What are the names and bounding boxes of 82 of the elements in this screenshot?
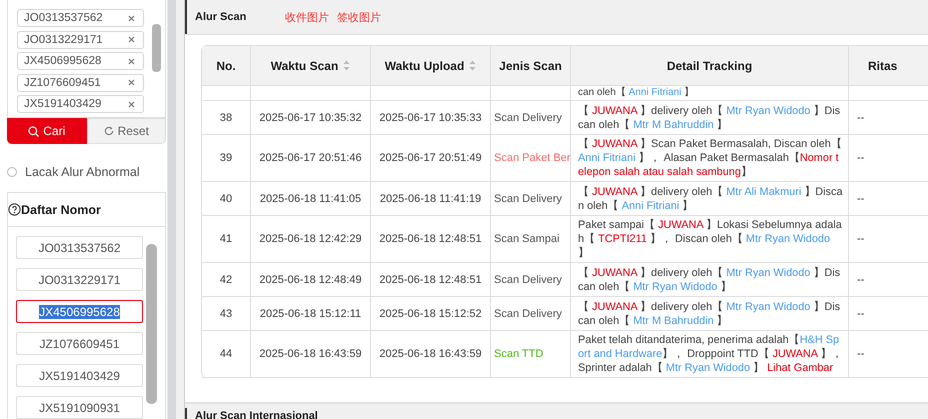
scrollbar[interactable] xyxy=(152,24,161,72)
table-cell: Scan Delivery xyxy=(491,297,571,331)
table-cell: -- xyxy=(849,216,928,263)
sort-icon[interactable] xyxy=(343,60,350,71)
table-cell: 2025-06-18 11:41:19 xyxy=(371,182,491,216)
column-header: Waktu Upload xyxy=(371,46,491,86)
table-cell: 2025-06-18 11:41:05 xyxy=(251,182,371,216)
table-cell: Scan TTD xyxy=(491,331,571,378)
column-header: Jenis Scan xyxy=(491,46,571,86)
close-icon[interactable] xyxy=(128,100,135,108)
radio-label[interactable]: Lacak Alur Abnormal xyxy=(25,165,140,179)
table-cell: 2025-06-18 15:12:11 xyxy=(251,297,371,331)
refresh-icon xyxy=(104,126,114,136)
section-title: Alur Scan Internasional xyxy=(195,410,318,419)
table-cell: 2025-06-18 12:48:49 xyxy=(251,263,371,297)
panel-title: Daftar Nomor xyxy=(21,202,101,216)
tracking-detail: Paket sampai【 JUWANA 】Lokasi Sebelumnya adalah【 TCPTI211 】， Discan oleh【 Mtr Ryan Widodo 】 xyxy=(578,218,843,260)
tracking-detail: 【 JUWANA 】delivery oleh【 Mtr Ryan Widodo 】Discan oleh【 Mtr M Bahruddin 】 xyxy=(578,300,842,328)
tracking-detail: 【 JUWANA 】delivery oleh【 Mtr Ryan Widodo 】Discan oleh【 Mtr Ryan Widodo 】 xyxy=(578,266,842,294)
table-cell: 2025-06-18 12:42:29 xyxy=(251,216,371,263)
number-list-item[interactable]: JZ1076609451 xyxy=(16,332,143,355)
table-cell: -- xyxy=(849,182,928,216)
table-cell: Scan Delivery xyxy=(491,263,571,297)
tracking-detail: 【 JUWANA 】delivery oleh【 Mtr Ryan Widodo 】Discan oleh【 Mtr M Bahruddin 】 xyxy=(578,104,842,132)
sort-icon[interactable] xyxy=(469,60,476,71)
column-header: No. xyxy=(202,46,251,86)
search-button[interactable]: Cari xyxy=(7,118,86,144)
scrollbar[interactable] xyxy=(146,244,157,404)
table-cell: 2025-06-18 16:43:59 xyxy=(371,331,491,378)
table-cell: 2025-06-17 10:35:32 xyxy=(251,101,371,135)
table-cell: 2025-06-18 12:48:51 xyxy=(371,263,491,297)
page-scrollbar[interactable] xyxy=(167,0,176,419)
number-tag: JX5191403429 xyxy=(17,95,144,114)
table-cell: 40 xyxy=(202,182,251,216)
number-list-item[interactable]: JX5191090931 xyxy=(16,396,143,419)
table-cell: -- xyxy=(849,135,928,182)
table-cell: -- xyxy=(849,263,928,297)
number-tag: JX4506995628 xyxy=(17,52,144,70)
view-image-link[interactable]: Lihat Gambar xyxy=(767,362,834,374)
tracking-detail: can oleh【 Anni Fitriani 】 xyxy=(578,88,694,98)
table-cell: 42 xyxy=(202,263,251,297)
close-icon[interactable] xyxy=(128,36,135,44)
table-cell: -- xyxy=(849,297,928,331)
tag-input-box[interactable]: JO0313537562 JO0313229171 JX4506995628 JZ1076609451 JX5191403429 xyxy=(7,0,166,118)
table-cell: 44 xyxy=(202,331,251,378)
table-cell: Scan Paket Ber xyxy=(491,135,571,182)
tracking-detail: 【 JUWANA 】delivery oleh【 Mtr Ali Makmuri 】Discan oleh【 Anni Fitriani 】 xyxy=(578,184,844,212)
table-cell: 38 xyxy=(202,101,251,135)
number-tag: JZ1076609451 xyxy=(17,74,144,92)
number-tag: JO0313229171 xyxy=(17,30,144,49)
table-cell: 2025-06-17 20:51:49 xyxy=(371,135,491,182)
tracking-detail: Paket telah ditandaterima, penerima adalah【H&H Sport and Hardware】， Droppoint TTD【 JUWANA 】， Sprinter adalah【 Mtr Ryan Widodo 】 Lihat Gambar xyxy=(578,333,844,375)
table-cell: 2025-06-18 15:12:52 xyxy=(371,297,491,331)
number-list-item[interactable]: JX4506995628 xyxy=(16,300,143,323)
section-title: Alur Scan xyxy=(195,11,248,23)
table-cell: -- xyxy=(849,331,928,378)
number-tag: JO0313537562 xyxy=(17,9,144,27)
number-list-item[interactable]: JO0313229171 xyxy=(16,268,143,291)
reset-button[interactable]: Reset xyxy=(86,118,166,144)
table-cell: 2025-06-17 10:35:33 xyxy=(371,101,491,135)
help-icon xyxy=(8,203,21,216)
table-cell: 2025-06-18 12:48:51 xyxy=(371,216,491,263)
table-cell: 2025-06-18 16:43:59 xyxy=(251,331,371,378)
radio-button[interactable] xyxy=(7,167,17,177)
table-cell: Scan Sampai xyxy=(491,216,571,263)
table-cell: Scan Delivery xyxy=(491,101,571,135)
search-icon xyxy=(28,126,40,136)
table-cell: 43 xyxy=(202,297,251,331)
number-list-item[interactable]: JX5191403429 xyxy=(16,364,143,387)
table-cell: 2025-06-17 20:51:46 xyxy=(251,135,371,182)
table-cell: Scan Delivery xyxy=(491,182,571,216)
table-cell: -- xyxy=(849,101,928,135)
column-header: Waktu Scan xyxy=(251,46,371,86)
number-list-item[interactable]: JO0313537562 xyxy=(16,236,143,259)
close-icon[interactable] xyxy=(128,14,135,22)
column-header: Ritas xyxy=(849,46,928,86)
table-cell: 41 xyxy=(202,216,251,263)
table-cell: 39 xyxy=(202,135,251,182)
close-icon[interactable] xyxy=(128,79,135,86)
close-icon[interactable] xyxy=(128,58,135,65)
column-header: Detail Tracking xyxy=(571,46,849,86)
tracking-detail: 【 JUWANA 】Scan Paket Bermasalah, Discan oleh【 Anni Fitriani 】， Alasan Paket Bermasalah【Nomor telepon salah atau salah sambung】 xyxy=(578,137,843,179)
